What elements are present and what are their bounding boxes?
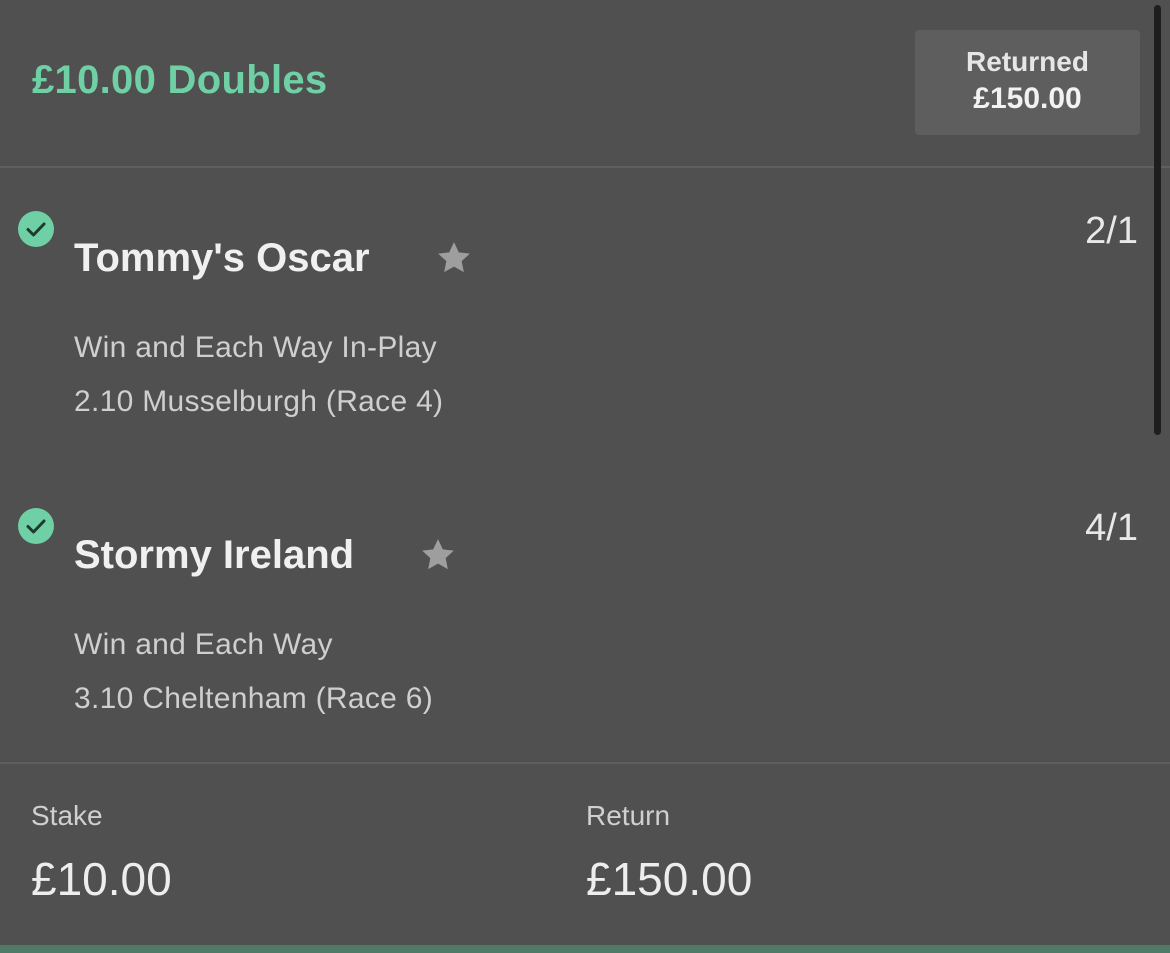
bet-receipt: £10.00 Doubles Returned £150.00 Tommy's … [0,0,1170,953]
selection-item: Tommy's Oscar 2/1 Win and Each Way In-Pl… [0,166,1170,456]
favourite-star-icon[interactable] [418,535,458,575]
market-name: Win and Each Way In-Play [74,331,437,364]
returned-label: Returned [966,46,1089,77]
runner-name: Tommy's Oscar [74,236,370,280]
check-circle-icon [18,508,54,544]
returned-status-badge: Returned £150.00 [915,30,1140,135]
event-name: 2.10 Musselburgh (Race 4) [74,385,444,418]
stake-label: Stake [31,800,103,831]
bet-title: £10.00 Doubles [32,58,328,102]
selection-item: Stormy Ireland 4/1 Win and Each Way 3.10… [0,463,1170,753]
bet-summary: Stake £10.00 Return £150.00 [0,762,1170,947]
returned-amount: £150.00 [973,82,1082,115]
return-value: £150.00 [586,853,753,905]
bet-header: £10.00 Doubles Returned £150.00 [0,0,1170,168]
selection-odds: 4/1 [1085,507,1138,549]
check-circle-icon [18,211,54,247]
market-name: Win and Each Way [74,628,333,661]
runner-name: Stormy Ireland [74,533,355,577]
return-label: Return [586,800,671,831]
event-name: 3.10 Cheltenham (Race 6) [74,682,434,715]
selection-odds: 2/1 [1085,210,1138,252]
favourite-star-icon[interactable] [434,238,474,278]
bottom-divider [0,945,1170,953]
stake-value: £10.00 [31,853,172,905]
